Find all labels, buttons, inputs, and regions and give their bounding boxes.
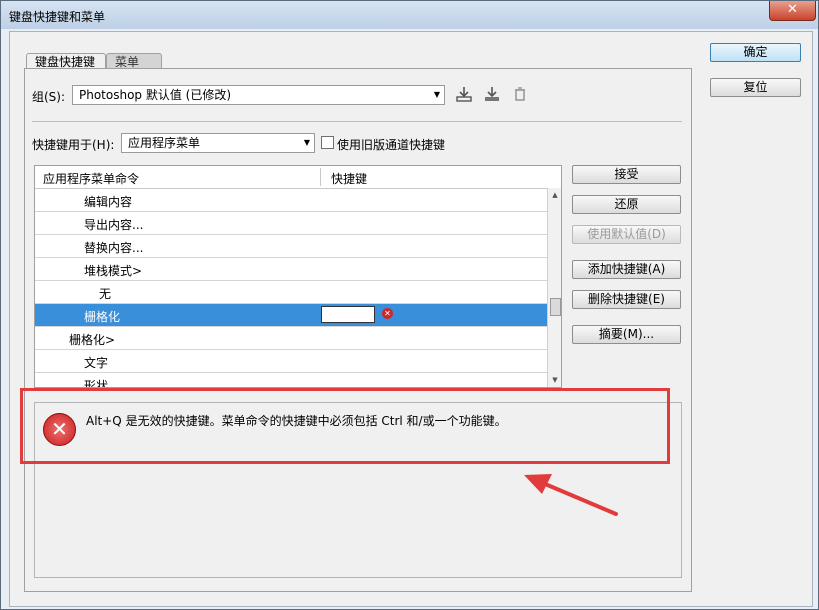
annotation-arrow-icon — [524, 474, 618, 516]
